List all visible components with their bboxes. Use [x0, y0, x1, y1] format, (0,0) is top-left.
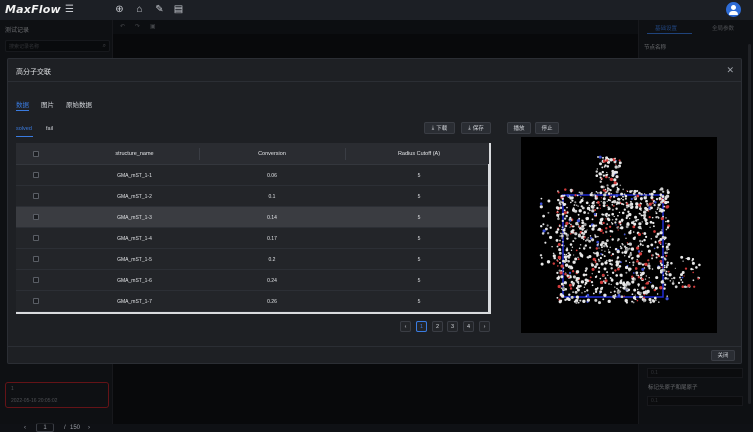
divider — [8, 81, 741, 82]
col-conversion: Conversion — [258, 151, 286, 157]
cell-radius: 5 — [417, 173, 421, 179]
cell-structure-name: GMA_mST_1-6 — [117, 278, 152, 284]
col-structure-name: structure_name — [115, 151, 154, 157]
dialog-title: 高分子交联 — [16, 69, 51, 76]
user-avatar[interactable] — [726, 2, 741, 17]
table-row[interactable]: GMA_mST_1-2 0.1 5 — [16, 186, 489, 207]
save-icon: ⤓ — [468, 124, 471, 131]
pager-next[interactable]: › — [88, 425, 90, 431]
cell-structure-name: GMA_mST_1-2 — [117, 194, 152, 200]
subtab-solved[interactable]: solved — [16, 126, 32, 132]
col-separator — [199, 148, 200, 160]
row-checkbox[interactable] — [33, 277, 39, 283]
edit-icon[interactable]: ✎ — [154, 4, 165, 15]
pager-prev[interactable]: ‹ — [24, 425, 26, 431]
app-logo: MaxFlow — [5, 3, 61, 16]
molecule-structure-image — [539, 155, 701, 305]
document-icon[interactable]: ▤ — [173, 4, 184, 15]
cell-conversion: 0.2 — [268, 257, 276, 263]
page-3[interactable]: 3 — [447, 321, 458, 332]
close-button[interactable]: 关闭 — [711, 350, 735, 361]
cell-conversion: 0.24 — [267, 278, 277, 284]
page-prev[interactable]: ‹ — [400, 321, 411, 332]
col-radius-cutoff: Radius Cutoff (A) — [397, 151, 441, 157]
table-header: structure_name Conversion Radius Cutoff … — [16, 143, 489, 165]
table-row[interactable]: GMA_mST_1-6 0.24 5 — [16, 270, 489, 291]
pager-separator: / — [64, 425, 66, 431]
row-checkbox[interactable] — [33, 193, 39, 199]
top-bar: MaxFlow ☰ ⊕ ⌂ ✎ ▤ — [0, 0, 753, 20]
cell-radius: 5 — [417, 257, 421, 263]
cell-radius: 5 — [417, 278, 421, 284]
save-label: 保存 — [472, 126, 484, 132]
cell-conversion: 0.06 — [267, 173, 277, 179]
tab-raw-data[interactable]: 原始数据 — [66, 99, 92, 109]
table-scrollbar[interactable] — [488, 164, 490, 314]
cell-conversion: 0.17 — [267, 236, 277, 242]
row-checkbox[interactable] — [33, 235, 39, 241]
tab-images[interactable]: 图片 — [41, 99, 54, 109]
menu-icon[interactable]: ☰ — [64, 4, 75, 15]
footer-divider — [8, 346, 741, 347]
table-row[interactable]: GMA_mST_1-4 0.17 5 — [16, 228, 489, 249]
page-next[interactable]: › — [479, 321, 490, 332]
play-button[interactable]: 播放 — [507, 122, 531, 134]
add-circle-icon[interactable]: ⊕ — [114, 4, 125, 15]
table-row[interactable]: GMA_mST_1-1 0.06 5 — [16, 165, 489, 186]
stop-button[interactable]: 停止 — [535, 122, 559, 134]
close-icon[interactable]: ✕ — [726, 65, 734, 76]
cell-structure-name: GMA_mST_1-4 — [117, 236, 152, 242]
pager-current[interactable]: 1 — [36, 423, 54, 432]
col-separator — [345, 148, 346, 160]
cell-structure-name: GMA_mST_1-5 — [117, 257, 152, 263]
cell-radius: 5 — [417, 299, 421, 305]
cell-structure-name: GMA_mST_1-1 — [117, 173, 152, 179]
crosslink-dialog: 高分子交联 ✕ 数据 图片 原始数据 solved fail ⤓ 下载 ⤓ 保存… — [7, 58, 742, 364]
results-table: structure_name Conversion Radius Cutoff … — [16, 143, 491, 314]
home-icon[interactable]: ⌂ — [134, 4, 145, 15]
cell-radius: 5 — [417, 236, 421, 242]
cell-conversion: 0.1 — [268, 194, 276, 200]
table-row[interactable]: GMA_mST_1-5 0.2 5 — [16, 249, 489, 270]
download-icon: ⤓ — [431, 124, 435, 131]
pager-total: 150 — [70, 425, 81, 431]
tab-data[interactable]: 数据 — [16, 99, 29, 109]
table-row[interactable]: GMA_mST_1-3 0.14 5 — [16, 207, 489, 228]
cell-radius: 5 — [417, 194, 421, 200]
subtab-fail[interactable]: fail — [46, 126, 53, 132]
row-checkbox[interactable] — [33, 256, 39, 262]
subtab-underline — [16, 136, 33, 137]
download-button[interactable]: ⤓ 下载 — [424, 122, 455, 134]
cell-structure-name: GMA_mST_1-3 — [117, 215, 152, 221]
download-label: 下载 — [436, 126, 448, 132]
cell-structure-name: GMA_mST_1-7 — [117, 299, 152, 305]
select-all-checkbox[interactable] — [33, 151, 39, 157]
table-row[interactable]: GMA_mST_1-7 0.26 5 — [16, 291, 489, 312]
cell-radius: 5 — [417, 215, 421, 221]
tab-underline — [16, 110, 29, 111]
page-2[interactable]: 2 — [432, 321, 443, 332]
cell-conversion: 0.14 — [267, 215, 277, 221]
page-4[interactable]: 4 — [463, 321, 474, 332]
row-checkbox[interactable] — [33, 298, 39, 304]
cell-conversion: 0.26 — [267, 299, 277, 305]
page-1[interactable]: 1 — [416, 321, 427, 332]
molecule-viewer[interactable] — [521, 137, 717, 333]
row-checkbox[interactable] — [33, 172, 39, 178]
save-button[interactable]: ⤓ 保存 — [461, 122, 491, 134]
row-checkbox[interactable] — [33, 214, 39, 220]
